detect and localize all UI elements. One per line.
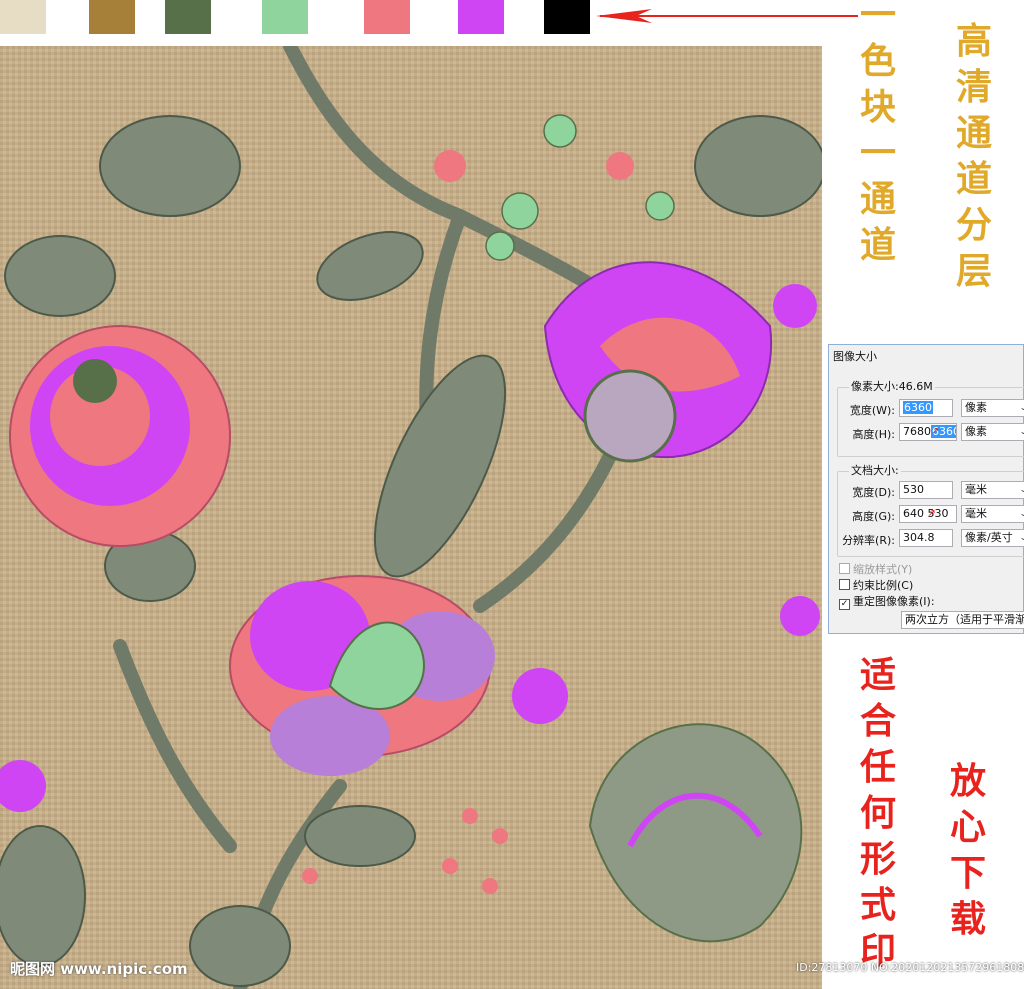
doc-height-input[interactable]: 640 ↗ 530 <box>899 505 957 523</box>
resolution-label: 分辨率(R): <box>842 534 895 547</box>
height-unit-select[interactable]: 像素 ⌄ <box>961 423 1024 441</box>
height-label: 高度(H): <box>852 428 895 441</box>
document-size-label: 文档大小: <box>849 462 901 478</box>
constrain-proportions-checkbox[interactable]: 约束比例(C) <box>839 577 913 593</box>
doc-width-label: 宽度(D): <box>852 486 895 499</box>
height-input[interactable]: 7680↗6360 <box>899 423 957 441</box>
doc-width-input[interactable]: 530 <box>899 481 953 499</box>
checkbox-empty-icon <box>839 579 850 590</box>
chevron-down-icon: ⌄ <box>1019 403 1024 413</box>
checkbox-empty-icon <box>839 563 850 574</box>
swatch-magenta <box>458 0 504 34</box>
pixel-dimensions-group <box>837 387 1024 457</box>
swatch-ochre <box>89 0 135 34</box>
site-watermark: 昵图网 www.nipic.com <box>10 960 188 978</box>
dialog-title: 图像大小 <box>833 350 877 363</box>
chevron-down-icon: ⌄ <box>1019 485 1024 495</box>
resample-method-select[interactable]: 两次立方（适用于平滑渐变 <box>901 611 1024 629</box>
pixel-dimensions-label: 像素大小:46.6M <box>849 378 935 394</box>
swatch-mint <box>262 0 308 34</box>
doc-width-unit-select[interactable]: 毫米 ⌄ <box>961 481 1024 499</box>
vertical-text-suitable-any-print: 适 合 任 何 形 式 印 <box>859 654 896 972</box>
resample-image-checkbox[interactable]: ✓ 重定图像像素(I): <box>839 593 935 610</box>
width-unit-select[interactable]: 像素 ⌄ <box>961 399 1024 417</box>
swatch-coral <box>364 0 410 34</box>
image-id-watermark: ID:27813070 NO:20201202135729618088 <box>796 961 1024 974</box>
width-label: 宽度(W): <box>849 404 895 417</box>
swatch-black <box>544 0 590 34</box>
chevron-down-icon: ⌄ <box>1019 509 1024 519</box>
swatch-cream <box>0 0 46 34</box>
resolution-input[interactable]: 304.8 <box>899 529 953 547</box>
vertical-text-hd-channel-layers: 高 清 通 道 分 层 <box>955 20 992 292</box>
checkbox-checked-icon: ✓ <box>839 599 850 610</box>
arrow-left-icon <box>596 9 858 23</box>
doc-height-label: 高度(G): <box>852 510 895 523</box>
vertical-text-download-freely: 放 心 下 载 <box>949 760 986 940</box>
image-size-dialog: 图像大小 像素大小:46.6M 宽度(W): 6360 像素 ⌄ 高度(H): 7… <box>828 344 1024 634</box>
chevron-down-icon: ⌄ <box>1019 533 1024 543</box>
doc-height-unit-select[interactable]: 毫米 ⌄ <box>961 505 1024 523</box>
scale-styles-checkbox[interactable]: 缩放样式(Y) <box>839 561 912 577</box>
vertical-text-one-color-one-channel: 一 色 块 一 通 道 <box>859 0 896 266</box>
chevron-down-icon: ⌄ <box>1019 427 1024 437</box>
swatch-olive <box>165 0 211 34</box>
width-input[interactable]: 6360 <box>899 399 953 417</box>
resolution-unit-select[interactable]: 像素/英寸 ⌄ <box>961 529 1024 547</box>
edit-mark-icon: ↗ <box>927 508 936 519</box>
floral-pattern-artwork <box>0 46 822 989</box>
edit-mark-icon: ↗ <box>931 426 940 437</box>
